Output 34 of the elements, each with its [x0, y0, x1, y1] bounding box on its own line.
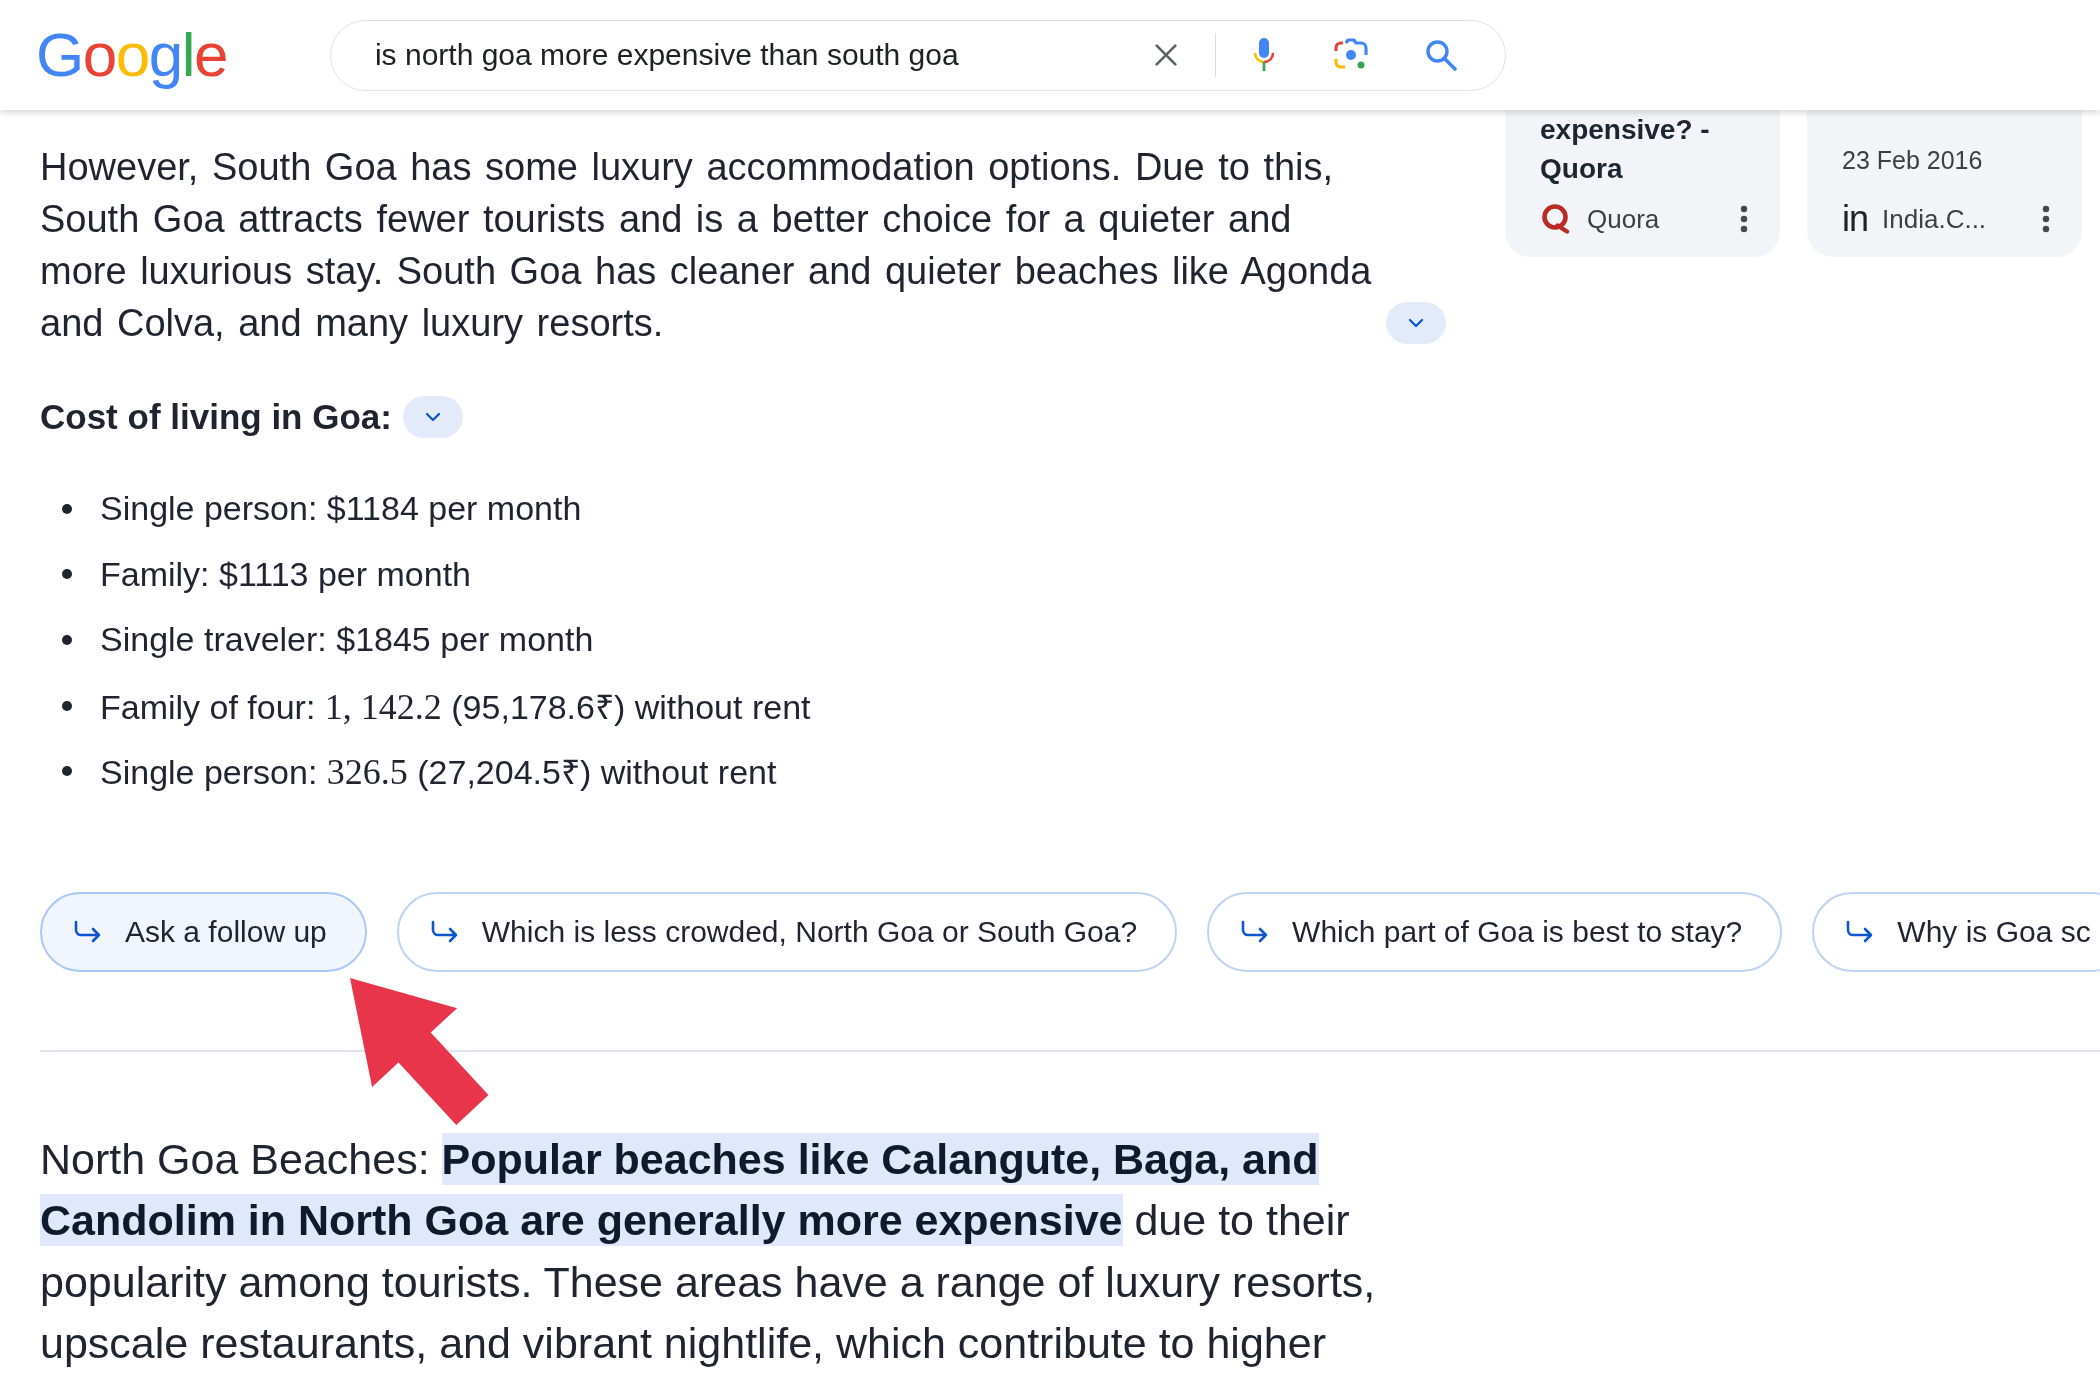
- source-card[interactable]: expensive? - Quora Quora: [1505, 110, 1780, 257]
- source-logo: in: [1842, 201, 1869, 237]
- microphone-icon[interactable]: [1251, 37, 1276, 73]
- summary-text: However, South Goa has some luxury accommodation options. Due to this, South Goa attracts fewer tourists and is a better choice for a quieter and more luxurious stay. South Goa has cleaner and quieter beaches like Agonda and Colva, and many luxury resorts.: [40, 145, 1373, 346]
- list-item-text: Family of four: 1, 142.2 (95,178.6₹) without rent: [100, 685, 811, 729]
- answer-paragraph: North Goa Beaches: Popular beaches like Calangute, Baga, and Candolim in North Goa are generally more expensive due to their popularity among tourists. These areas have a range of luxury resorts, upscale restaurants, and vibrant nightlife, which contribute to higher: [40, 1131, 1377, 1370]
- turn-arrow-icon: [429, 919, 460, 944]
- chevron-down-icon: [424, 411, 441, 423]
- list-item-text: Single person: $1184 per month: [100, 489, 582, 529]
- source-card[interactable]: 23 Feb 2016 in India.C...: [1807, 110, 2082, 257]
- list-item-text: Family: $1113 per month: [100, 554, 472, 594]
- follow-up-button[interactable]: Ask a follow up: [40, 891, 367, 972]
- section-heading: Cost of living in Goa:: [40, 397, 392, 437]
- bullet-icon: [62, 569, 72, 580]
- more-options-icon[interactable]: [1740, 205, 1748, 233]
- suggestion-chip[interactable]: Which part of Goa is best to stay?: [1207, 891, 1783, 972]
- turn-arrow-icon: [73, 919, 103, 944]
- suggestion-chip[interactable]: Which is less crowded, North Goa or South Goa?: [396, 891, 1178, 972]
- more-options-icon[interactable]: [2042, 205, 2050, 233]
- list-item-text: Single person: 326.5 (27,204.5₹) without rent: [100, 751, 777, 795]
- card-title: expensive? - Quora: [1540, 113, 1711, 186]
- suggestion-chip[interactable]: Why is Goa sc: [1812, 891, 2100, 972]
- search-input[interactable]: is north goa more expensive than south goa: [374, 38, 1152, 72]
- card-date: 23 Feb 2016: [1842, 145, 1984, 176]
- bullet-icon: [62, 766, 72, 777]
- bullet-icon: [62, 700, 72, 711]
- bullet-icon: [62, 635, 72, 645]
- list-item-text: Single traveler: $1845 per month: [100, 620, 594, 660]
- source-logo-icon: [1540, 203, 1570, 235]
- source-name: India.C...: [1882, 203, 1988, 235]
- bullet-icon: [62, 503, 72, 514]
- search-icon[interactable]: [1423, 38, 1458, 72]
- chevron-down-icon: [1408, 317, 1424, 329]
- source-name: Quora: [1587, 203, 1661, 235]
